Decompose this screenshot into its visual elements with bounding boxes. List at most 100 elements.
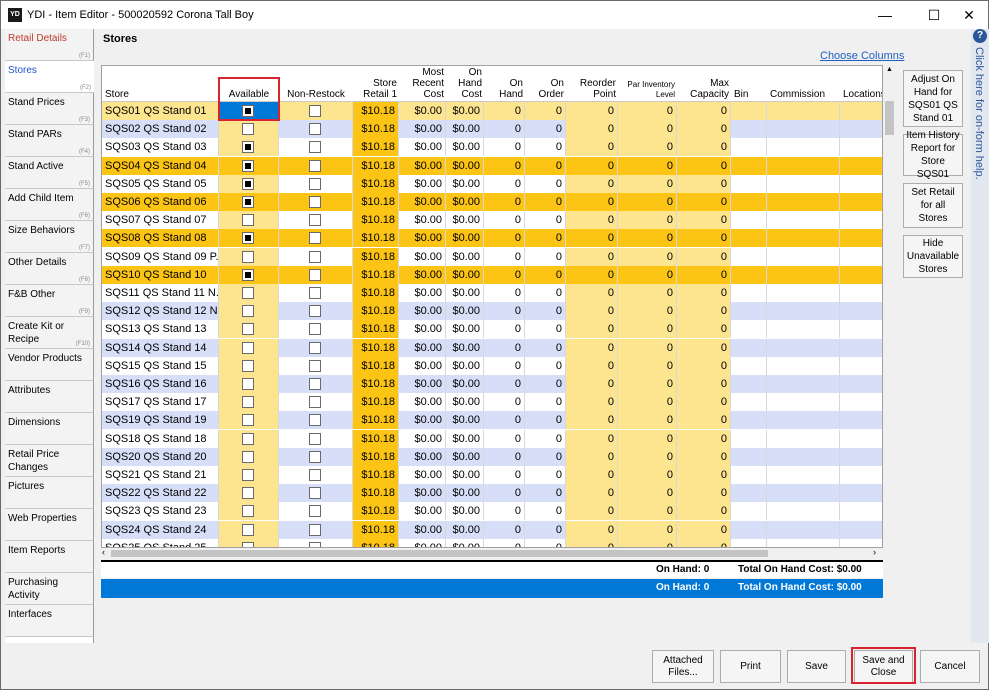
- cell-onorder[interactable]: 0: [525, 120, 566, 139]
- scroll-up-arrow-icon[interactable]: ▲: [886, 66, 893, 73]
- cell-onhand[interactable]: 0: [484, 320, 525, 339]
- minimize-button[interactable]: —: [870, 5, 900, 25]
- cell-retail[interactable]: $10.18: [353, 411, 399, 430]
- table-row[interactable]: SQS16 QS Stand 16 $10.18 $0.00 $0.00 0 0 0 0 0: [102, 375, 882, 393]
- table-row[interactable]: SQS17 QS Stand 17 $10.18 $0.00 $0.00 0 0 0 0 0: [102, 393, 882, 412]
- nonrestock-checkbox[interactable]: [309, 487, 321, 500]
- cell-tohc[interactable]: $0.00: [446, 229, 484, 248]
- table-row[interactable]: SQS04 QS Stand 04 $10.18 $0.00 $0.00 0 0 0 0 0: [102, 156, 882, 175]
- cell-bin[interactable]: [731, 356, 767, 375]
- column-header-tohc[interactable]: Total On Hand Cost: [446, 66, 484, 102]
- cell-onhand[interactable]: 0: [484, 466, 525, 484]
- cell-retail[interactable]: $10.18: [353, 229, 399, 248]
- cell-par[interactable]: 0: [618, 102, 677, 120]
- cell-reorder[interactable]: 0: [566, 302, 618, 321]
- cell-store[interactable]: SQS08 QS Stand 08: [102, 229, 219, 248]
- available-checkbox[interactable]: [242, 214, 254, 227]
- cell-onorder[interactable]: 0: [525, 284, 566, 302]
- table-row[interactable]: SQS03 QS Stand 03 $10.18 $0.00 $0.00 0 0 0 0 0: [102, 138, 882, 157]
- cell-commission[interactable]: [767, 138, 840, 157]
- cell-store[interactable]: SQS14 QS Stand 14: [102, 338, 219, 357]
- column-header-onhand[interactable]: On Hand: [484, 66, 525, 102]
- cell-commission[interactable]: [767, 229, 840, 248]
- cell-maxcap[interactable]: 0: [677, 247, 731, 266]
- cell-maxcap[interactable]: 0: [677, 320, 731, 339]
- cell-onhand[interactable]: 0: [484, 338, 525, 357]
- cell-par[interactable]: 0: [618, 484, 677, 503]
- cell-maxcap[interactable]: 0: [677, 138, 731, 157]
- cell-locations[interactable]: [840, 156, 882, 175]
- cell-locations[interactable]: [840, 229, 882, 248]
- cell-locations[interactable]: [840, 302, 882, 321]
- cell-par[interactable]: 0: [618, 120, 677, 139]
- cell-maxcap[interactable]: 0: [677, 466, 731, 484]
- cell-onorder[interactable]: 0: [525, 538, 566, 547]
- cell-par[interactable]: 0: [618, 193, 677, 211]
- cell-retail[interactable]: $10.18: [353, 193, 399, 211]
- cell-maxcap[interactable]: 0: [677, 429, 731, 448]
- cell-maxcap[interactable]: 0: [677, 302, 731, 321]
- sidebar-item[interactable]: Retail Details (F1): [5, 29, 94, 61]
- cell-commission[interactable]: [767, 284, 840, 302]
- cell-commission[interactable]: [767, 193, 840, 211]
- cell-locations[interactable]: [840, 484, 882, 503]
- cell-store[interactable]: SQS10 QS Stand 10: [102, 265, 219, 284]
- cell-retail[interactable]: $10.18: [353, 466, 399, 484]
- sidebar-item[interactable]: Other Details (F8): [5, 253, 94, 285]
- cell-locations[interactable]: [840, 502, 882, 521]
- cell-tohc[interactable]: $0.00: [446, 484, 484, 503]
- available-checkbox[interactable]: [242, 469, 254, 481]
- cell-recent[interactable]: $0.00: [399, 247, 446, 266]
- sidebar-item[interactable]: Item Reports: [5, 541, 94, 573]
- available-checkbox[interactable]: [242, 141, 254, 154]
- nonrestock-checkbox[interactable]: [309, 196, 321, 208]
- cell-recent[interactable]: $0.00: [399, 356, 446, 375]
- cell-onhand[interactable]: 0: [484, 247, 525, 266]
- cell-bin[interactable]: [731, 502, 767, 521]
- nonrestock-checkbox[interactable]: [309, 341, 321, 354]
- cell-reorder[interactable]: 0: [566, 538, 618, 547]
- cell-retail[interactable]: $10.18: [353, 102, 399, 120]
- nonrestock-checkbox[interactable]: [309, 105, 321, 117]
- cell-reorder[interactable]: 0: [566, 466, 618, 484]
- cell-recent[interactable]: $0.00: [399, 265, 446, 284]
- cell-store[interactable]: SQS03 QS Stand 03: [102, 138, 219, 157]
- cell-recent[interactable]: $0.00: [399, 375, 446, 393]
- cell-tohc[interactable]: $0.00: [446, 447, 484, 466]
- cell-locations[interactable]: [840, 411, 882, 430]
- nonrestock-checkbox[interactable]: [309, 505, 321, 518]
- cell-maxcap[interactable]: 0: [677, 502, 731, 521]
- cell-tohc[interactable]: $0.00: [446, 138, 484, 157]
- cell-commission[interactable]: [767, 538, 840, 547]
- available-checkbox[interactable]: [242, 196, 254, 208]
- nonrestock-checkbox[interactable]: [309, 396, 321, 409]
- cell-onorder[interactable]: 0: [525, 393, 566, 412]
- cell-maxcap[interactable]: 0: [677, 193, 731, 211]
- cell-store[interactable]: SQS13 QS Stand 13: [102, 320, 219, 339]
- cell-bin[interactable]: [731, 320, 767, 339]
- cell-bin[interactable]: [731, 411, 767, 430]
- cell-reorder[interactable]: 0: [566, 338, 618, 357]
- available-checkbox[interactable]: [242, 250, 254, 263]
- cell-commission[interactable]: [767, 247, 840, 266]
- vertical-scroll-thumb[interactable]: [885, 101, 894, 135]
- cell-retail[interactable]: $10.18: [353, 393, 399, 412]
- cell-bin[interactable]: [731, 484, 767, 503]
- cell-commission[interactable]: [767, 211, 840, 230]
- cell-commission[interactable]: [767, 356, 840, 375]
- cell-recent[interactable]: $0.00: [399, 156, 446, 175]
- cell-commission[interactable]: [767, 265, 840, 284]
- table-row[interactable]: SQS20 QS Stand 20 $10.18 $0.00 $0.00 0 0 0 0 0: [102, 447, 882, 466]
- cell-locations[interactable]: [840, 138, 882, 157]
- cell-onhand[interactable]: 0: [484, 265, 525, 284]
- nonrestock-checkbox[interactable]: [309, 268, 321, 281]
- cell-tohc[interactable]: $0.00: [446, 120, 484, 139]
- cell-store[interactable]: SQS18 QS Stand 18: [102, 429, 219, 448]
- cell-retail[interactable]: $10.18: [353, 320, 399, 339]
- cell-onhand[interactable]: 0: [484, 484, 525, 503]
- cell-locations[interactable]: [840, 320, 882, 339]
- cell-reorder[interactable]: 0: [566, 484, 618, 503]
- sidebar-item[interactable]: Attributes: [5, 381, 94, 413]
- cell-onhand[interactable]: 0: [484, 429, 525, 448]
- cell-reorder[interactable]: 0: [566, 247, 618, 266]
